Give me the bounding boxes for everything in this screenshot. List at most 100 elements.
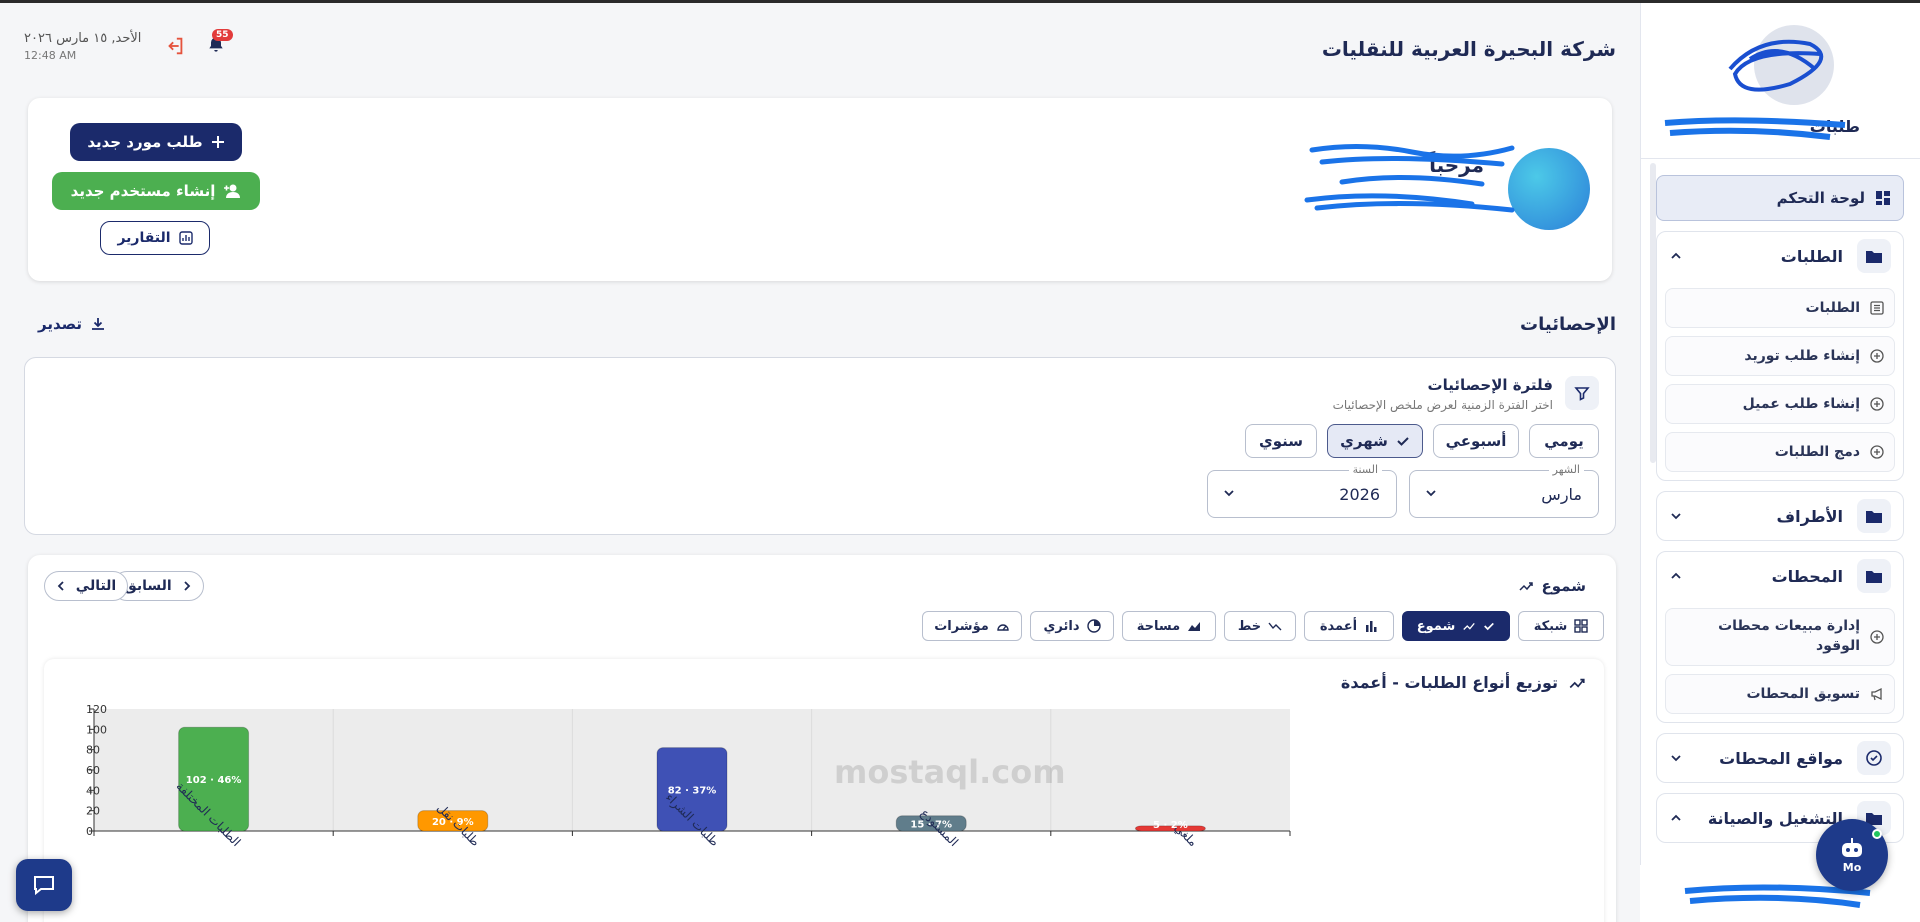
candles-icon — [1462, 619, 1476, 633]
y-tick-label: 0 — [86, 825, 93, 838]
grid-icon — [1574, 619, 1588, 633]
bar-chart: 02040608010012046% · 102الطلبات المختلفة… — [86, 703, 1291, 850]
notification-count-badge: 55 — [212, 29, 233, 41]
area-chart-icon — [1187, 619, 1201, 633]
chart-type-candles-button[interactable]: شموع — [1402, 611, 1510, 641]
reports-button[interactable]: التقارير — [100, 221, 210, 255]
period-weekly-button[interactable]: أسبوعي — [1433, 424, 1519, 458]
y-tick-label: 60 — [86, 764, 100, 777]
filter-description: اختر الفترة الزمنية لعرض ملخص الإحصائيات — [1332, 398, 1553, 412]
sidebar-group-parties-header[interactable]: الأطراف — [1657, 492, 1903, 540]
sidebar-item-dashboard[interactable]: لوحة التحكم — [1656, 175, 1904, 221]
chevron-down-icon — [1669, 751, 1683, 765]
chevron-down-icon — [1222, 486, 1236, 500]
chart-type-line-button[interactable]: خط — [1224, 611, 1296, 641]
period-daily-button[interactable]: يومي — [1529, 424, 1599, 458]
export-label: تصدير — [38, 315, 83, 333]
sidebar-item-orders-list-label: الطلبات — [1805, 300, 1860, 316]
assistant-bot-button[interactable]: Mo — [1816, 819, 1888, 891]
gauge-icon — [996, 619, 1010, 633]
export-button[interactable]: تصدير — [38, 315, 106, 333]
notifications-button[interactable]: 55 — [206, 29, 233, 55]
sidebar-group-stations-header[interactable]: المحطات — [1657, 552, 1903, 600]
chart-type-grid-button[interactable]: شبكة — [1518, 611, 1604, 641]
month-select-value: مارس — [1541, 484, 1582, 504]
sidebar-group-orders-header[interactable]: الطلبات — [1657, 232, 1903, 280]
logout-icon — [164, 35, 186, 57]
app-logo — [1754, 25, 1834, 105]
chart-view-name: شموع — [1541, 577, 1586, 595]
sidebar-item-create-supply-order[interactable]: إنشاء طلب توريد — [1665, 336, 1895, 376]
y-tick-label: 120 — [86, 703, 107, 716]
dashboard-icon — [1875, 190, 1891, 206]
year-select-value: 2026 — [1339, 484, 1380, 504]
year-select[interactable]: السنة 2026 — [1207, 463, 1397, 518]
verified-badge-icon — [1857, 741, 1891, 775]
sidebar-item-dashboard-label: لوحة التحكم — [1776, 189, 1865, 207]
sidebar-item-merge-orders-label: دمج الطلبات — [1774, 444, 1860, 460]
sidebar-group-station-locations-label: مواقع المحطات — [1719, 748, 1843, 768]
logout-button[interactable] — [164, 35, 186, 57]
user-plus-icon — [223, 183, 241, 199]
chart-type-pie-label: دائري — [1043, 618, 1080, 634]
sidebar-group-parties-label: الأطراف — [1776, 506, 1844, 526]
line-chart-icon — [1268, 619, 1282, 633]
plus-circle-icon — [1870, 349, 1884, 363]
period-yearly-label: سنوي — [1258, 432, 1304, 450]
chart-container: توزيع أنواع الطلبات - أعمدة 0 20 40 60 80 100… — [44, 659, 1604, 922]
megaphone-icon — [1870, 687, 1884, 701]
new-supplier-request-button[interactable]: طلب مورد جديد — [70, 123, 242, 161]
sidebar-item-merge-orders[interactable]: دمج الطلبات — [1665, 432, 1895, 472]
sidebar-item-create-customer-order[interactable]: إنشاء طلب عميل — [1665, 384, 1895, 424]
sidebar-item-station-marketing-label: تسويق المحطات — [1746, 686, 1860, 702]
folder-icon — [1857, 499, 1891, 533]
sidebar-group-parties: الأطراف — [1656, 491, 1904, 541]
sidebar-header: طلبات — [1641, 3, 1920, 159]
sidebar-group-operations-label: التشغيل والصيانة — [1707, 808, 1843, 828]
chart-type-indicators-button[interactable]: مؤشرات — [922, 611, 1022, 641]
chart-type-candles-label: شموع — [1416, 618, 1456, 634]
period-monthly-button[interactable]: شهري — [1327, 424, 1423, 458]
download-icon — [90, 316, 106, 332]
chevron-right-icon — [182, 580, 192, 592]
plus-circle-icon — [1870, 397, 1884, 411]
sidebar-item-station-marketing[interactable]: تسويق المحطات — [1665, 674, 1895, 714]
sidebar-group-station-locations: مواقع المحطات — [1656, 733, 1904, 783]
main-content: شركة البحيرة العربية للنقليات 55 الأحد, … — [0, 3, 1640, 922]
next-button[interactable]: التالي — [44, 571, 128, 601]
year-select-label: السنة — [1348, 463, 1382, 476]
create-user-button[interactable]: إنشاء مستخدم جديد — [52, 172, 260, 210]
sidebar-group-station-locations-header[interactable]: مواقع المحطات — [1657, 734, 1903, 782]
chart-type-bars-button[interactable]: أعمدة — [1304, 611, 1394, 641]
chart-type-pie-button[interactable]: دائري — [1030, 611, 1114, 641]
month-select[interactable]: الشهر مارس — [1409, 463, 1599, 518]
report-chart-icon — [178, 231, 193, 245]
candles-icon — [1518, 578, 1534, 594]
filter-title: فلترة الإحصائيات — [1427, 376, 1553, 394]
top-bar: شركة البحيرة العربية للنقليات 55 الأحد, … — [0, 29, 1640, 69]
sidebar-item-fuel-station-sales[interactable]: إدارة مبيعات محطات الوقود — [1665, 608, 1895, 666]
sidebar-group-stations-label: المحطات — [1771, 566, 1843, 586]
chat-button[interactable] — [16, 859, 72, 911]
period-yearly-button[interactable]: سنوي — [1245, 424, 1317, 458]
chart-type-indicators-label: مؤشرات — [934, 618, 989, 634]
chat-bubble-icon — [32, 874, 56, 896]
sidebar-nav: لوحة التحكم الطلبات الطلبات إنشاء طلب تو… — [1656, 175, 1904, 843]
y-tick-label: 40 — [86, 784, 100, 797]
sidebar-group-orders-label: الطلبات — [1780, 246, 1843, 266]
assistant-bot-label: Mo — [1842, 860, 1862, 874]
welcome-greeting: مرحباً — [1429, 153, 1484, 177]
current-date: الأحد, ١٥ مارس ٢٠٢٦ — [24, 31, 142, 46]
chart-type-area-button[interactable]: مساحة — [1122, 611, 1216, 641]
sidebar-item-create-customer-order-label: إنشاء طلب عميل — [1742, 396, 1860, 412]
sidebar-item-orders-list[interactable]: الطلبات — [1665, 288, 1895, 328]
user-avatar — [1508, 148, 1590, 230]
chevron-up-icon — [1669, 249, 1683, 263]
y-tick-label: 20 — [86, 805, 100, 818]
chevron-down-icon — [1669, 509, 1683, 523]
check-icon — [1483, 620, 1495, 632]
sidebar-group-orders: الطلبات الطلبات إنشاء طلب توريد إنشاء طل… — [1656, 231, 1904, 481]
create-user-label: إنشاء مستخدم جديد — [70, 182, 216, 200]
watermark-text: mostaql.com — [834, 753, 1066, 791]
list-icon — [1870, 301, 1884, 315]
